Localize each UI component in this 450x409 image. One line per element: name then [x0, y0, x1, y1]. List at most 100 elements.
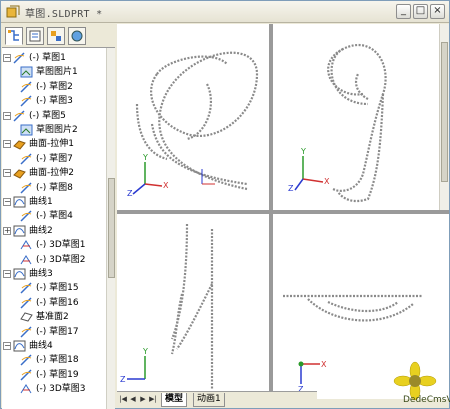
surface-extrude-icon [13, 167, 26, 179]
axis-label-x: X [321, 360, 327, 369]
tree-item[interactable]: (-) 草图18 [2, 354, 106, 367]
tree-item[interactable]: 草图图片2 [2, 124, 106, 137]
tree-item-label: (-) 草图8 [36, 182, 73, 193]
tree-item-label: (-) 草图5 [29, 110, 66, 121]
minimize-button[interactable]: _ [396, 4, 411, 19]
tree-item[interactable]: − 曲线3 [2, 268, 106, 281]
sketch-picture-icon [20, 66, 33, 78]
triad-top [298, 361, 320, 384]
right-curves: Y Z [120, 223, 214, 389]
tree-item-label: 曲线1 [29, 197, 53, 207]
tree-item-label: 曲线3 [29, 269, 53, 279]
tree-item[interactable]: + 曲线2 [2, 225, 106, 238]
tree-item[interactable]: (-) 草图7 [2, 153, 106, 166]
expand-toggle-icon[interactable]: − [3, 140, 11, 149]
expand-toggle-icon[interactable]: − [3, 169, 11, 178]
sketch-icon [20, 182, 33, 194]
sketch-icon [13, 52, 26, 64]
application-window: 草图.SLDPRT * _ □ × − (-) 草图1 草图图片1 (-) 草图2 (-… [0, 0, 450, 409]
expand-toggle-icon[interactable]: − [3, 111, 11, 120]
configuration-icon [51, 31, 61, 41]
viewport-right[interactable]: Y Z [117, 214, 269, 399]
tree-item[interactable]: − (-) 草图1 [2, 52, 106, 65]
tab-property-manager[interactable] [26, 27, 44, 45]
sketch-icon [20, 210, 33, 222]
sketch-icon [20, 153, 33, 165]
tree-item-label: (-) 草图16 [36, 297, 79, 308]
tree-item[interactable]: (-) 3D草图2 [2, 254, 106, 267]
tree-item[interactable]: − 曲线1 [2, 196, 106, 209]
tab-feature-manager[interactable] [5, 27, 23, 45]
expand-toggle-icon[interactable]: − [3, 54, 11, 62]
3d-sketch-icon [20, 254, 33, 266]
tree-item[interactable]: − 曲面-拉伸2 [2, 167, 106, 180]
sketch-icon [20, 297, 33, 309]
tree-item-label: (-) 3D草图2 [36, 254, 86, 265]
feature-tree-scrollbar[interactable] [106, 48, 115, 409]
tree-item[interactable]: − 曲面-拉伸1 [2, 138, 106, 151]
tree-item-label: (-) 草图19 [36, 369, 79, 380]
tree-item-label: (-) 草图18 [36, 355, 79, 366]
triad-isometric [132, 162, 163, 195]
tree-item[interactable]: − 曲线4 [2, 340, 106, 353]
tree-item[interactable]: (-) 草图2 [2, 81, 106, 94]
sketch-icon [20, 81, 33, 93]
tree-item[interactable]: (-) 3D草图1 [2, 239, 106, 252]
3d-sketch-icon [20, 383, 33, 395]
tree-item-label: (-) 草图2 [36, 81, 73, 92]
scrollbar-thumb[interactable] [108, 178, 115, 278]
sketch-icon [20, 369, 33, 381]
tree-item-label: 曲面-拉伸1 [29, 139, 74, 150]
tab-configuration-manager[interactable] [47, 27, 65, 45]
display-icon [71, 30, 83, 42]
viewport-scrollbar[interactable] [439, 24, 449, 210]
next-tab-button[interactable]: ▶ [139, 395, 147, 404]
expand-toggle-icon[interactable]: − [3, 270, 11, 278]
tree-item[interactable]: (-) 草图15 [2, 282, 106, 295]
viewport-isometric[interactable]: Y X Z [117, 24, 269, 210]
maximize-button[interactable]: □ [413, 4, 428, 19]
curve-icon [13, 340, 26, 352]
expand-toggle-icon[interactable]: + [3, 226, 11, 235]
tree-item[interactable]: (-) 3D草图3 [2, 383, 106, 396]
title-bar[interactable]: 草图.SLDPRT * _ □ × [1, 1, 449, 23]
tree-item[interactable]: (-) 草图8 [2, 182, 106, 195]
tree-item[interactable]: (-) 草图3 [2, 95, 106, 108]
tree-item[interactable]: (-) 草图16 [2, 297, 106, 310]
close-button[interactable]: × [430, 4, 445, 19]
graphics-area: Y X Z Y X Z Y Z X Z [117, 24, 449, 399]
last-tab-button[interactable]: ▶| [149, 395, 157, 404]
sketch-icon [20, 95, 33, 107]
expand-toggle-icon[interactable]: − [3, 198, 11, 206]
expand-toggle-icon[interactable]: − [3, 342, 11, 350]
axis-label-z: Z [120, 375, 126, 384]
tree-item-label: 草图图片1 [36, 67, 78, 78]
scrollbar-thumb[interactable] [441, 42, 448, 182]
triad-right [127, 356, 146, 380]
sketch-icon [20, 354, 33, 366]
axis-label-x: X [163, 181, 169, 190]
tree-item-label: (-) 草图7 [36, 153, 73, 164]
tree-item-label: (-) 草图3 [36, 96, 73, 107]
tree-item[interactable]: 基准面2 [2, 311, 106, 324]
tree-item[interactable]: 草图图片1 [2, 66, 106, 79]
tree-item-label: (-) 3D草图1 [36, 240, 86, 251]
tree-item-label: (-) 3D草图3 [36, 384, 86, 395]
tree-item[interactable]: (-) 草图19 [2, 369, 106, 382]
plane-icon [20, 311, 33, 323]
tree-item[interactable]: (-) 草图17 [2, 326, 106, 339]
axis-label-y: Y [300, 147, 306, 156]
watermark-text: DedeCmsV3 [403, 395, 450, 405]
tab-display-manager[interactable] [68, 27, 86, 45]
tree-item[interactable]: (-) 草图4 [2, 210, 106, 223]
curve-icon [13, 268, 26, 280]
sketch-icon [20, 326, 33, 338]
tab-model[interactable]: 模型 [161, 393, 188, 407]
tree-item-label: 曲线2 [29, 225, 53, 236]
tree-item[interactable]: − (-) 草图5 [2, 110, 106, 123]
tree-item-label: 基准面2 [36, 312, 69, 323]
first-tab-button[interactable]: |◀ [119, 395, 127, 404]
tab-animation[interactable]: 动画1 [193, 393, 225, 407]
viewport-front[interactable]: Y X Z [273, 24, 449, 210]
prev-tab-button[interactable]: ◀ [129, 395, 137, 404]
